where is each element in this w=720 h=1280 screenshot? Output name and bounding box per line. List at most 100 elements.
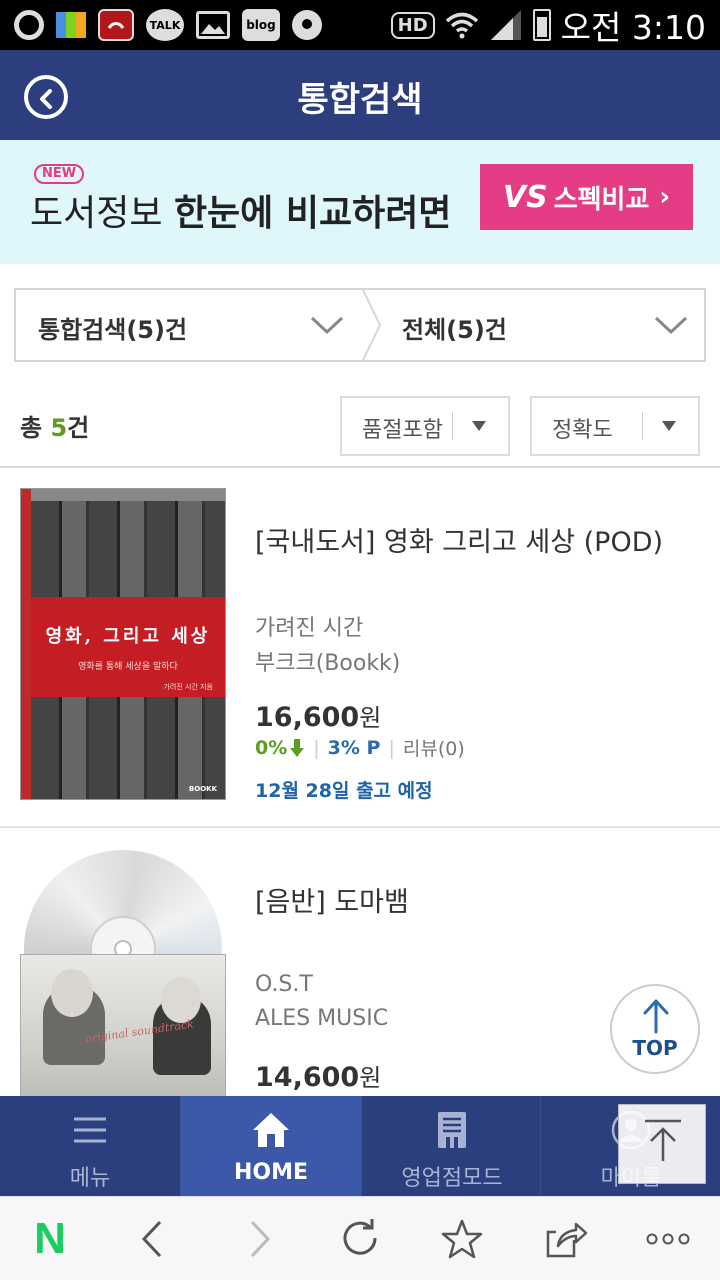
scroll-top-button[interactable]: TOP <box>610 984 700 1074</box>
refresh-icon <box>343 1219 377 1255</box>
meta-separator: | <box>388 736 395 759</box>
album-cover-image[interactable]: original soundtrack <box>20 954 226 1114</box>
wifi-icon <box>445 12 478 39</box>
app-screen: TALK blog HD 오전 3:10 통합검색 NEW 도서정보 한눈에 비… <box>0 0 720 1280</box>
item-publisher[interactable]: 부크크(Bookk) <box>255 645 400 677</box>
search-filter-bar: 통합검색(5)건 전체(5)건 <box>14 288 706 362</box>
arrow-down-icon <box>290 738 305 757</box>
chevron-down-icon <box>654 316 688 335</box>
status-time: 오전 3:10 <box>560 8 706 47</box>
status-notification-icons: TALK blog <box>14 6 322 44</box>
result-count-suffix: 건 <box>67 414 90 442</box>
page-title: 통합검색 <box>297 80 423 120</box>
banner-text-bold: 한눈에 비교하려면 <box>173 193 452 234</box>
back-icon <box>141 1220 162 1258</box>
price-unit: 원 <box>359 704 382 732</box>
nav-home[interactable]: HOME <box>181 1096 361 1196</box>
naver-logo-button[interactable]: N <box>28 1217 72 1261</box>
banner-text-plain: 도서정보 <box>30 193 174 234</box>
browser-back-button[interactable] <box>130 1217 174 1261</box>
spec-compare-button[interactable]: VS 스펙비교 › <box>480 164 693 230</box>
nav-home-label: HOME <box>233 1160 309 1185</box>
vs-logo: VS <box>502 179 548 215</box>
status-system-icons: HD 오전 3:10 <box>390 4 706 47</box>
arrow-up-icon <box>643 999 669 1034</box>
nav-menu[interactable]: 메뉴 <box>0 1096 180 1196</box>
settings-icon <box>292 10 322 40</box>
point-rate: 3% P <box>327 736 381 759</box>
call-rec-icon <box>98 9 134 41</box>
menu-icon <box>74 1117 106 1143</box>
item-artist[interactable]: O.S.T <box>255 972 313 997</box>
sort-order-label: 정확도 <box>552 418 613 443</box>
bottom-navigation: 메뉴 HOME 영업점모드 <box>0 1096 720 1196</box>
home-icon <box>253 1113 289 1147</box>
shipping-date: 12월 28일 출고 예정 <box>255 780 433 802</box>
scroll-to-top-icon <box>645 1119 681 1161</box>
item-author[interactable]: 가려진 시간 <box>255 610 363 642</box>
browser-share-button[interactable] <box>544 1217 588 1261</box>
battery-icon <box>532 9 551 41</box>
dropdown-triangle-icon <box>472 421 486 431</box>
nav-menu-label: 메뉴 <box>69 1166 111 1191</box>
select-divider <box>452 412 453 440</box>
search-scope-dropdown[interactable]: 통합검색(5)건 <box>16 290 362 360</box>
price-value: 16,600 <box>255 702 360 733</box>
item-price: 14,600원 <box>255 1058 381 1093</box>
signal-icon <box>490 10 521 40</box>
soldout-filter-label: 품절포함 <box>362 418 443 443</box>
divider <box>0 826 720 828</box>
nav-store-mode[interactable]: 영업점모드 <box>362 1096 542 1196</box>
spec-compare-label: 스펙비교 <box>553 184 650 215</box>
soldout-filter-select[interactable]: 품절포함 <box>340 396 510 456</box>
cover-title: 영화, 그리고 세상 <box>45 626 211 647</box>
browser-forward-button[interactable] <box>238 1217 282 1261</box>
promo-banner[interactable]: NEW 도서정보 한눈에 비교하려면 VS 스펙비교 › <box>0 140 720 264</box>
cover-top-edge <box>21 489 225 501</box>
browser-more-button[interactable] <box>646 1217 690 1261</box>
browser-refresh-button[interactable] <box>338 1217 382 1261</box>
talk-icon: TALK <box>146 9 184 41</box>
app-header: 통합검색 <box>0 50 720 140</box>
sort-order-select[interactable]: 정확도 <box>530 396 700 456</box>
browser-bookmark-button[interactable] <box>440 1217 484 1261</box>
gallery-icon <box>196 11 230 39</box>
g-icon <box>14 10 44 40</box>
result-count-prefix: 총 <box>20 414 51 442</box>
cover-publisher: BOOKK <box>188 785 217 793</box>
status-bar: TALK blog HD 오전 3:10 <box>0 0 720 50</box>
hd-icon: HD <box>390 11 435 39</box>
item-price: 16,600원 <box>255 698 381 733</box>
review-count[interactable]: 리뷰(0) <box>403 734 465 761</box>
share-icon <box>546 1222 588 1258</box>
more-icon <box>646 1233 690 1245</box>
scroll-top-label: TOP <box>632 1036 678 1060</box>
blog-icon: blog <box>242 9 280 41</box>
item-label[interactable]: ALES MUSIC <box>255 1006 388 1031</box>
price-value: 14,600 <box>255 1062 360 1093</box>
category-dropdown[interactable]: 전체(5)건 <box>362 290 706 360</box>
result-count-number: 5 <box>50 414 68 442</box>
book-cover-image[interactable]: 영화, 그리고 세상 영화를 통해 세상을 말하다 가려진 시간 지음 BOOK… <box>20 488 226 800</box>
item-title-link[interactable]: [국내도서] 영화 그리고 세상 (POD) <box>255 520 663 559</box>
category-label: 전체(5)건 <box>402 316 507 344</box>
cover-face <box>161 977 201 1023</box>
item-title-link[interactable]: [음반] 도마뱀 <box>255 880 409 919</box>
price-unit: 원 <box>359 1064 382 1092</box>
forward-icon <box>250 1220 271 1258</box>
floating-top-button[interactable] <box>618 1104 706 1184</box>
browser-toolbar: N <box>0 1196 720 1280</box>
app-grid-icon <box>56 12 86 38</box>
meta-separator: | <box>313 736 320 759</box>
dropdown-triangle-icon <box>662 421 676 431</box>
store-icon <box>438 1112 466 1148</box>
cover-author: 가려진 시간 지음 <box>163 683 213 691</box>
naver-logo-icon: N <box>34 1214 66 1263</box>
bookmark-icon <box>441 1219 483 1259</box>
new-badge: NEW <box>34 164 85 184</box>
nav-store-label: 영업점모드 <box>401 1166 503 1191</box>
divider <box>0 466 720 468</box>
banner-text: 도서정보 한눈에 비교하려면 <box>30 184 451 236</box>
discount-rate: 0% <box>255 736 288 759</box>
cover-spine <box>21 489 31 799</box>
